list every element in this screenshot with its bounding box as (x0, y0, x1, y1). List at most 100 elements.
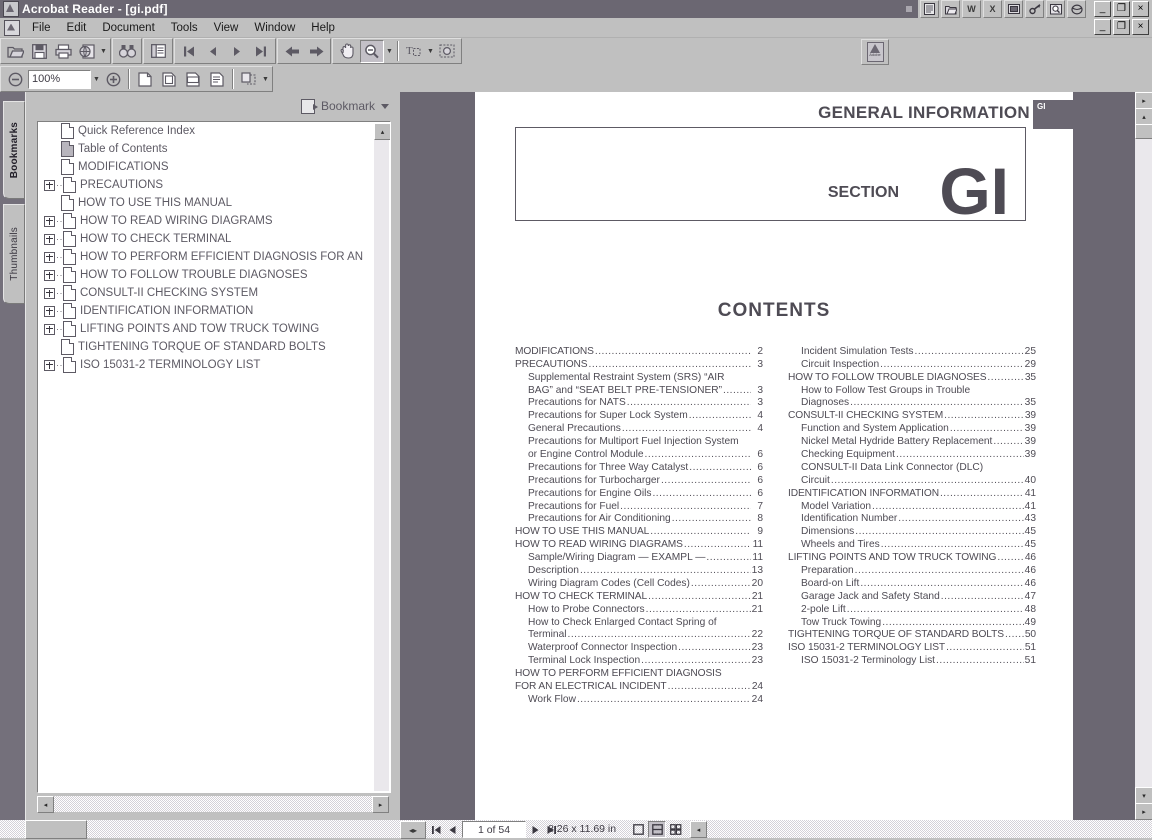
minimize-button[interactable]: _ (1094, 1, 1111, 17)
toc-entry[interactable]: HOW TO FOLLOW TROUBLE DIAGNOSES.........… (788, 370, 1036, 383)
menu-window[interactable]: Window (246, 20, 303, 36)
toc-entry[interactable]: PRECAUTIONS.............................… (515, 357, 763, 370)
maximize-button[interactable]: ❐ (1113, 1, 1130, 17)
bookmark-item[interactable]: MODIFICATIONS (38, 158, 390, 176)
expand-plus-icon[interactable] (44, 269, 55, 281)
toc-entry[interactable]: HOW TO PERFORM EFFICIENT DIAGNOSIS......… (515, 666, 763, 679)
go-back-button[interactable] (281, 41, 303, 62)
bookmarks-scroll-up-button[interactable]: ▴ (374, 123, 390, 140)
bookmarks-vertical-scrollbar[interactable]: ▴ (374, 123, 390, 791)
document-scroll-top-button[interactable]: ▸ (1135, 92, 1152, 109)
zoom-level-caret-icon[interactable]: ▼ (92, 69, 101, 90)
toc-entry[interactable]: Precautions for Engine Oils.............… (515, 486, 763, 499)
bookmark-menu-label[interactable]: Bookmark (321, 99, 375, 113)
zoom-tool-caret-icon[interactable]: ▼ (385, 41, 394, 62)
expand-plus-icon[interactable] (44, 359, 55, 371)
toc-entry[interactable]: TIGHTENING TORQUE OF STANDARD BOLTS.....… (788, 628, 1036, 640)
bookmark-page-icon[interactable] (61, 195, 74, 211)
bookmarks-list[interactable]: Quick Reference Index Table of Contents MO… (37, 121, 391, 793)
status-page-indicator[interactable]: 1 of 54 (462, 821, 526, 838)
toc-entry[interactable]: Precautions for Fuel....................… (515, 499, 763, 512)
status-previous-page-button[interactable] (446, 822, 459, 837)
bookmark-item[interactable]: ·· HOW TO PERFORM EFFICIENT DIAGNOSIS FOR… (38, 248, 390, 266)
bookmark-item[interactable]: ·· HOW TO CHECK TERMINAL (38, 230, 390, 248)
bookmark-page-icon[interactable] (63, 303, 76, 319)
bookmark-page-icon[interactable] (63, 177, 76, 193)
toc-entry[interactable]: or Engine Control Module................… (515, 447, 763, 460)
zoom-out-tool-button[interactable] (360, 39, 384, 63)
toc-entry[interactable]: Precautions for Super Lock System.......… (515, 408, 763, 421)
reflow-button[interactable] (206, 69, 228, 90)
toc-entry[interactable]: Circuit.................................… (788, 473, 1036, 486)
toc-entry[interactable]: Precautions for Air Conditioning........… (515, 512, 763, 524)
menu-document[interactable]: Document (94, 20, 162, 36)
menu-help[interactable]: Help (303, 20, 343, 36)
zoom-level-field[interactable]: 100% (28, 69, 91, 89)
toc-entry[interactable]: BAG” and “SEAT BELT PRE-TENSIONER”......… (515, 383, 763, 396)
chevron-down-icon[interactable] (381, 103, 389, 109)
bookmark-page-icon[interactable] (63, 321, 76, 337)
toc-entry[interactable]: Precautions for Multiport Fuel Injection… (515, 434, 763, 447)
toc-entry[interactable]: Preparation.............................… (788, 563, 1036, 576)
applet-display-icon[interactable] (1004, 0, 1023, 18)
status-first-page-button[interactable] (430, 822, 443, 837)
applet-word-icon[interactable]: W (962, 0, 981, 18)
continuous-facing-mode-icon[interactable] (668, 822, 684, 837)
menu-view[interactable]: View (206, 20, 247, 36)
toc-entry[interactable]: Diagnoses...............................… (788, 396, 1036, 408)
doc-restore-button[interactable]: ❐ (1113, 19, 1130, 35)
text-select-tool-button[interactable]: T (403, 41, 425, 62)
expand-plus-icon[interactable] (44, 305, 55, 317)
menu-file[interactable]: File (24, 20, 59, 36)
graphic-select-tool-button[interactable] (436, 41, 458, 62)
toc-entry[interactable]: General Precautions.....................… (515, 421, 763, 434)
toc-entry[interactable]: HOW TO READ WIRING DIAGRAMS.............… (515, 537, 763, 550)
document-scroll-up-button[interactable]: ▴ (1135, 108, 1152, 125)
bookmark-page-icon[interactable] (63, 249, 76, 265)
menu-edit[interactable]: Edit (59, 20, 95, 36)
toc-entry[interactable]: Circuit Inspection......................… (788, 357, 1036, 370)
fit-in-window-button[interactable] (158, 69, 180, 90)
find-button[interactable] (116, 41, 138, 62)
page-layout-caret-icon[interactable]: ▼ (261, 69, 270, 90)
bookmark-item[interactable]: Table of Contents (38, 140, 390, 158)
applet-excel-icon[interactable]: X (983, 0, 1002, 18)
web-capture-caret-icon[interactable]: ▼ (99, 41, 108, 62)
expand-plus-icon[interactable] (44, 179, 55, 191)
toc-entry[interactable]: Work Flow...............................… (515, 692, 763, 705)
bookmark-page-icon[interactable] (63, 285, 76, 301)
bookmark-options-icon[interactable] (300, 98, 318, 114)
status-horizontal-thumb[interactable] (25, 820, 87, 839)
print-button[interactable] (52, 41, 74, 62)
bookmark-item[interactable]: ·· CONSULT-II CHECKING SYSTEM (38, 284, 390, 302)
bookmark-page-icon[interactable] (63, 267, 76, 283)
go-forward-button[interactable] (305, 41, 327, 62)
continuous-mode-icon[interactable] (648, 821, 666, 838)
toc-entry[interactable]: Terminal Lock Inspection................… (515, 653, 763, 666)
expand-plus-icon[interactable] (44, 323, 55, 335)
bookmarks-scroll-left-button[interactable]: ◂ (37, 796, 54, 813)
doc-close-button[interactable]: × (1132, 19, 1149, 35)
toc-entry[interactable]: LIFTING POINTS AND TOW TRUCK TOWING.....… (788, 550, 1036, 563)
bookmark-item[interactable]: Quick Reference Index (38, 122, 390, 140)
toc-entry[interactable]: How to Check Enlarged Contact Spring of.… (515, 615, 763, 628)
toc-entry[interactable]: Tow Truck Towing........................… (788, 615, 1036, 628)
toc-entry[interactable]: ISO 15031-2 TERMINOLOGY LIST............… (788, 640, 1036, 653)
toc-entry[interactable]: How to Probe Connectors.................… (515, 602, 763, 615)
status-next-page-button[interactable] (529, 822, 542, 837)
bookmark-item[interactable]: ·· HOW TO FOLLOW TROUBLE DIAGNOSES (38, 266, 390, 284)
applet-key-icon[interactable] (1025, 0, 1044, 18)
toc-entry[interactable]: ISO 15031-2 Terminology List............… (788, 653, 1036, 666)
toc-entry[interactable]: Waterproof Connector Inspection.........… (515, 640, 763, 653)
bookmarks-horizontal-scrollbar[interactable]: ◂ ▸ (37, 796, 389, 813)
document-scroll-down-button[interactable]: ▾ (1135, 787, 1152, 804)
first-page-button[interactable] (178, 41, 200, 62)
bookmark-item[interactable]: ·· LIFTING POINTS AND TOW TRUCK TOWING (38, 320, 390, 338)
bookmark-item[interactable]: ·· PRECAUTIONS (38, 176, 390, 194)
bookmark-page-icon[interactable] (63, 213, 76, 229)
document-system-menu-icon[interactable] (4, 19, 20, 36)
last-page-button[interactable] (250, 41, 272, 62)
applet-internet-icon[interactable] (1067, 0, 1086, 18)
previous-page-button[interactable] (202, 41, 224, 62)
toc-entry[interactable]: HOW TO USE THIS MANUAL..................… (515, 524, 763, 537)
